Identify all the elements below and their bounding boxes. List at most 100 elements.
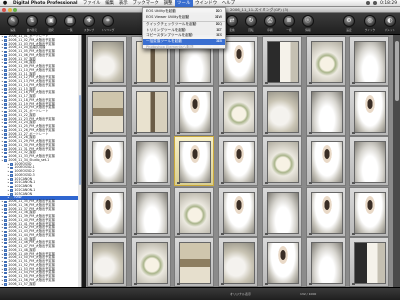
thumbnail-photo (223, 141, 256, 184)
thumbnail-photo (354, 191, 387, 234)
folder-icon (4, 245, 8, 249)
thumbnail-cell[interactable] (305, 236, 346, 287)
toolbar-button-trim[interactable]: ⌗ トリミング (98, 15, 118, 34)
minimize-window-button[interactable] (7, 8, 12, 12)
raw-badge-icon (308, 132, 312, 135)
thumbnail-cell[interactable] (87, 236, 127, 287)
thumbnail-photo (310, 191, 343, 234)
tree-row[interactable]: ▸ 2006_11_57_撮影 (0, 282, 81, 287)
close-window-button[interactable] (2, 8, 6, 12)
thumbnail-cell[interactable] (261, 186, 302, 237)
grid-scrollbar[interactable] (393, 35, 400, 287)
thumbnail-cell[interactable] (87, 36, 127, 86)
thumbnail-cell[interactable] (130, 186, 171, 237)
toolbar-button-quick[interactable]: ◎ クイック (360, 15, 380, 34)
thumbnail-cell[interactable] (218, 136, 259, 187)
thumbnail-cell[interactable] (261, 236, 302, 287)
tree-scrollbar[interactable] (78, 35, 81, 287)
thumbnail-cell[interactable] (174, 236, 215, 287)
toolbar-button-stamp[interactable]: ✚ スタンプ (79, 15, 99, 34)
toolbar-button-label: パレット (384, 29, 396, 32)
thumbnail-cell[interactable] (218, 186, 259, 237)
thumbnail-cell[interactable] (218, 86, 259, 137)
menu-item-label: Photoshop Elementsへ転送 (146, 44, 194, 49)
raw-badge-icon (90, 132, 93, 135)
status-bar: オリジナル表示 132 / 1000 (0, 287, 400, 300)
volume-icon[interactable] (373, 1, 378, 5)
thumbnail-cell[interactable] (87, 186, 127, 237)
tree-scroll-thumb[interactable] (78, 95, 81, 185)
thumbnail-cell[interactable] (218, 236, 259, 287)
rotate-icon: ↻ (245, 15, 257, 27)
toolbar-button-palette[interactable]: ◐ パレット (380, 15, 400, 34)
thumbnail-cell[interactable] (87, 86, 127, 137)
thumbnail-cell[interactable] (261, 136, 302, 187)
folder-tree: ▸ 2006_11_01_ポートレート ▸ 2006_11_02_PM_大阪出予定撮 ▸… (0, 35, 82, 287)
raw-badge-icon (221, 232, 225, 235)
thumbnail-cell[interactable] (261, 86, 302, 137)
thumbnail-cell[interactable] (261, 36, 302, 86)
thumbnail-photo (310, 41, 343, 83)
thumbnail-photo (266, 241, 299, 284)
menubar-item[interactable]: ヘルプ (219, 0, 237, 6)
menu-item[interactable]: EOS Viewer Utilityを起動 ⌘W (143, 15, 225, 21)
toolbar-button-print[interactable]: ⎙ 印刷 (260, 15, 280, 34)
thumbnail-cell[interactable] (349, 86, 390, 137)
thumbnail-cell[interactable] (349, 186, 390, 237)
raw-badge-icon (352, 182, 356, 185)
thumbnail-cell[interactable] (174, 86, 215, 137)
menubar-clock[interactable]: 0:18:29 (380, 1, 397, 6)
toolbar-button-label: 一括 (286, 29, 292, 32)
toolbar-button-select[interactable]: ▣ 選択 (41, 15, 61, 34)
apple-menu-icon[interactable]: ● (0, 0, 10, 6)
thumbnail-photo (179, 191, 212, 234)
zoom-window-button[interactable] (13, 8, 17, 12)
app-menu[interactable]: Digital Photo Professional (10, 1, 81, 6)
menubar-item[interactable]: 表示 (116, 0, 130, 6)
raw-badge-icon (352, 282, 356, 285)
raw-badge-icon (308, 82, 312, 84)
thumbnail-cell[interactable] (305, 36, 346, 86)
menubar-item[interactable]: 編集 (103, 0, 117, 6)
thumbnail-cell[interactable] (130, 86, 171, 137)
thumbnail-photo (354, 91, 387, 134)
folder-icon (4, 110, 8, 114)
grid-scroll-thumb[interactable] (394, 41, 399, 101)
menubar-item[interactable]: ファイル (81, 0, 103, 6)
thumbnail-cell[interactable] (305, 186, 346, 237)
menu-item-label: EOS Utilityを起動 (146, 9, 176, 13)
folder-icon (4, 50, 8, 54)
raw-badge-icon (308, 232, 312, 235)
toolbar-button-batch[interactable]: ≣ 一括 (279, 15, 299, 34)
menubar-item[interactable]: ブックマーク (130, 0, 161, 6)
thumbnail-cell[interactable] (87, 136, 127, 187)
thumbnail-cell[interactable] (305, 86, 346, 137)
folder-icon (4, 200, 8, 204)
toolbar-button-settings[interactable]: ⚙ 設定 (339, 15, 359, 34)
thumbnail-photo (92, 191, 124, 234)
thumbnail-cell[interactable] (305, 136, 346, 187)
thumbnail-cell[interactable] (349, 236, 390, 287)
menubar-item[interactable]: ウインドウ (193, 0, 220, 6)
wifi-icon[interactable] (366, 1, 371, 5)
menubar-item[interactable]: ツール (174, 0, 193, 7)
thumbnail-cell[interactable] (174, 186, 215, 237)
raw-badge-icon (90, 232, 93, 235)
toolbar-button-edit[interactable]: ✎ 編集 (3, 15, 23, 34)
menubar-item[interactable]: 調整 (161, 0, 175, 6)
thumbnail-cell[interactable] (174, 136, 215, 187)
toolbar-button-info[interactable]: ⓘ 情報 (298, 15, 318, 34)
tools-dropdown-menu: EOS Utilityを起動 ⌘O EOS Viewer Utilityを起動 ⌘W ク… (142, 7, 226, 49)
thumbnail-cell[interactable] (349, 136, 390, 187)
folder-icon (4, 69, 8, 72)
toolbar-button-sort[interactable]: ⇅ 並べ替え (22, 15, 42, 34)
toolbar-button-browse[interactable]: ▦ 一覧 (60, 15, 80, 34)
toolbar-button-rotate[interactable]: ↻ 回転 (241, 15, 261, 34)
thumbnail-cell[interactable] (130, 136, 171, 187)
edit-icon: ✎ (7, 15, 19, 27)
thumbnail-cell[interactable] (130, 236, 171, 287)
convert-icon: ⇄ (226, 15, 238, 27)
thumbnail-cell[interactable] (349, 36, 390, 86)
raw-badge-icon (133, 182, 137, 185)
folder-icon (4, 39, 8, 42)
